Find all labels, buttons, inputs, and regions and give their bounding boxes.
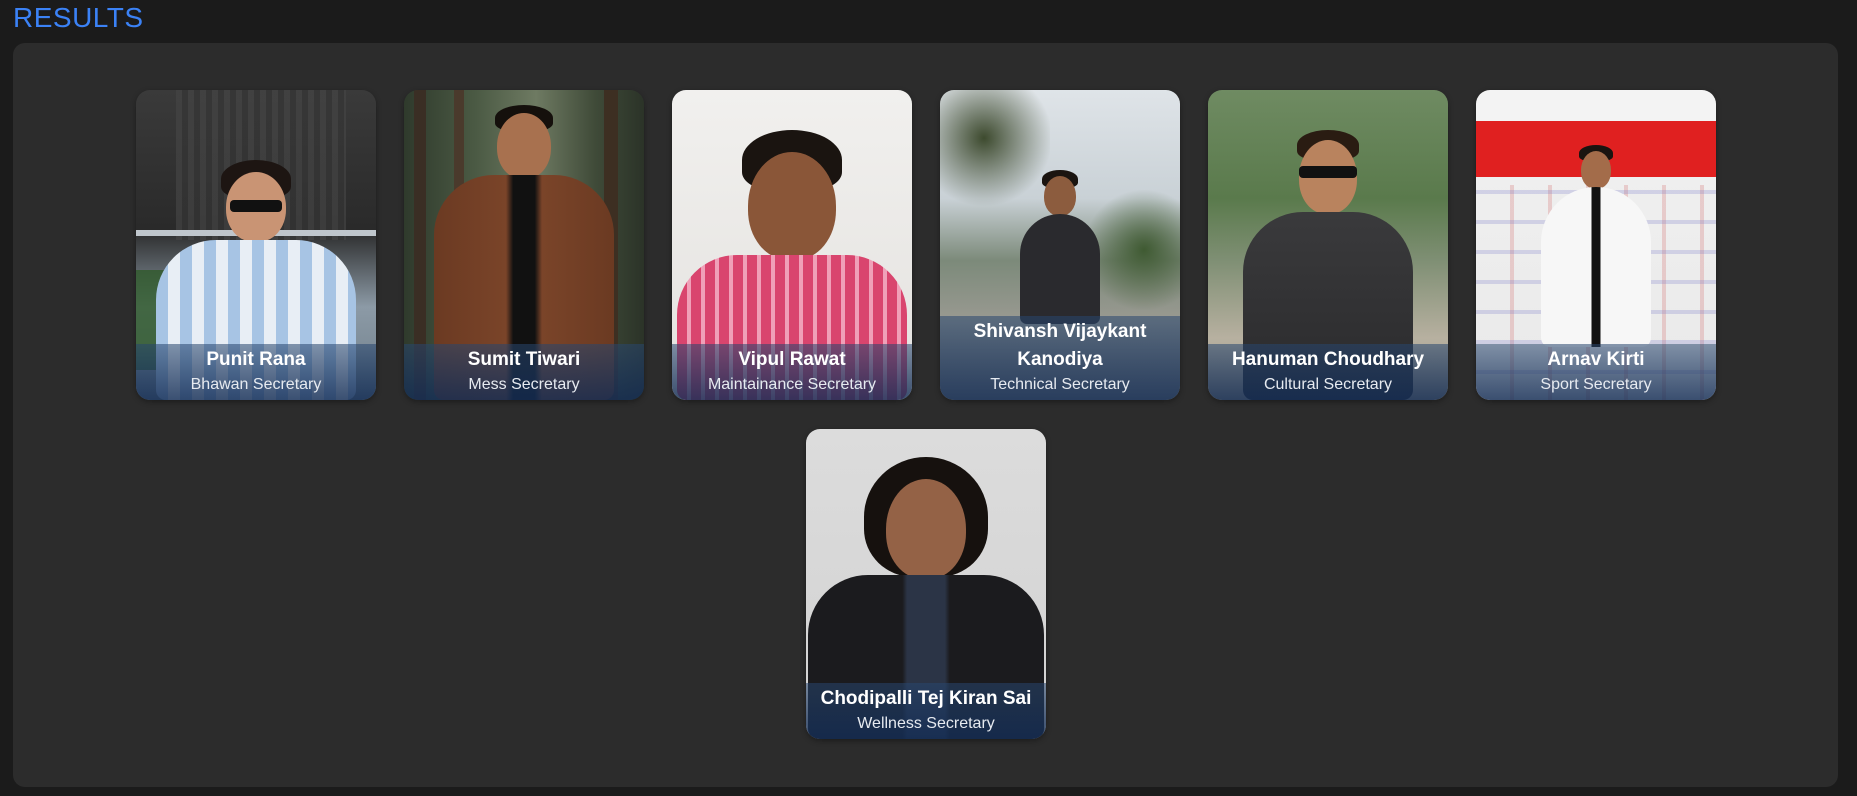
- page-title: RESULTS: [13, 2, 144, 33]
- member-caption: Shivansh Vijaykant Kanodiya Technical Se…: [940, 316, 1180, 400]
- member-card-punit-rana[interactable]: Punit Rana Bhawan Secretary: [136, 90, 376, 400]
- member-name: Arnav Kirti: [1547, 349, 1645, 370]
- member-name: Shivansh Vijaykant Kanodiya: [973, 321, 1147, 370]
- member-role: Technical Secretary: [990, 376, 1130, 393]
- member-caption: Chodipalli Tej Kiran Sai Wellness Secret…: [806, 683, 1046, 739]
- member-card-sumit-tiwari[interactable]: Sumit Tiwari Mess Secretary: [404, 90, 644, 400]
- member-card-vipul-rawat[interactable]: Vipul Rawat Maintainance Secretary: [672, 90, 912, 400]
- member-name: Sumit Tiwari: [467, 349, 581, 370]
- member-name: Punit Rana: [206, 349, 306, 370]
- member-name: Hanuman Choudhary: [1231, 349, 1425, 370]
- member-caption: Punit Rana Bhawan Secretary: [136, 344, 376, 400]
- member-role: Cultural Secretary: [1263, 376, 1393, 393]
- member-caption: Vipul Rawat Maintainance Secretary: [672, 344, 912, 400]
- member-caption: Hanuman Choudhary Cultural Secretary: [1208, 344, 1448, 400]
- member-role: Mess Secretary: [468, 376, 580, 393]
- member-role: Sport Secretary: [1540, 376, 1652, 393]
- member-role: Maintainance Secretary: [707, 376, 877, 393]
- member-card-arnav-kirti[interactable]: Arnav Kirti Sport Secretary: [1476, 90, 1716, 400]
- member-card-chodipalli-tej-kiran-sai[interactable]: Chodipalli Tej Kiran Sai Wellness Secret…: [806, 429, 1046, 739]
- member-name: Chodipalli Tej Kiran Sai: [820, 688, 1032, 709]
- member-card-shivansh-kanodiya[interactable]: Shivansh Vijaykant Kanodiya Technical Se…: [940, 90, 1180, 400]
- member-caption: Arnav Kirti Sport Secretary: [1476, 344, 1716, 400]
- results-panel: Punit Rana Bhawan Secretary Sumit Tiwari…: [13, 43, 1838, 787]
- member-role: Wellness Secretary: [857, 715, 995, 732]
- member-role: Bhawan Secretary: [190, 376, 322, 393]
- member-card-hanuman-choudhary[interactable]: Hanuman Choudhary Cultural Secretary: [1208, 90, 1448, 400]
- member-name: Vipul Rawat: [738, 349, 846, 370]
- member-caption: Sumit Tiwari Mess Secretary: [404, 344, 644, 400]
- results-page: RESULTS Punit Rana Bhawan Secretary Sumi…: [0, 0, 1857, 796]
